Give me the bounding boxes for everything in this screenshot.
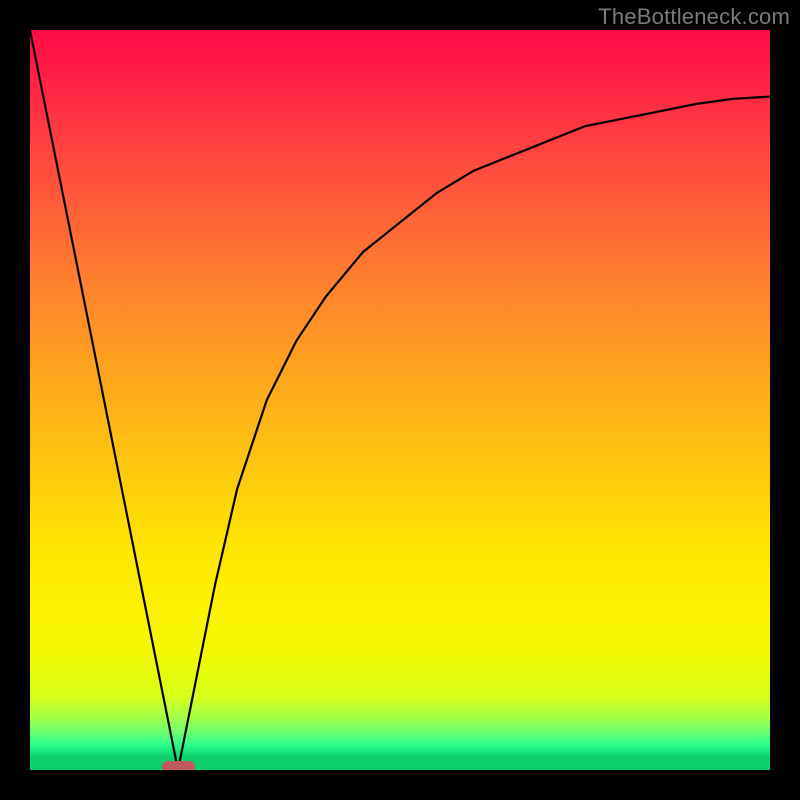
bottleneck-curve [30, 30, 770, 770]
plot-area [30, 30, 770, 770]
curve-path [30, 30, 770, 770]
optimal-marker [162, 761, 195, 770]
chart-frame: TheBottleneck.com [0, 0, 800, 800]
watermark-text: TheBottleneck.com [598, 4, 790, 30]
